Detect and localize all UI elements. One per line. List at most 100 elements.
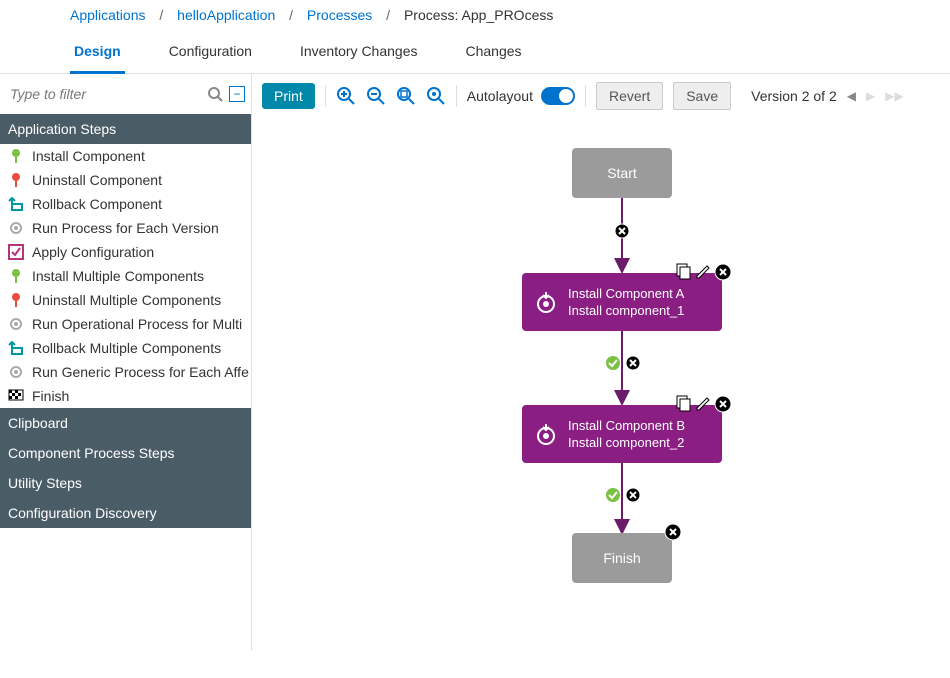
node-subtitle: Install component_2	[568, 435, 685, 450]
tab-design[interactable]: Design	[70, 33, 125, 74]
node-finish[interactable]: Finish	[572, 533, 672, 583]
step-label: Uninstall Component	[32, 172, 162, 188]
step-uninstall-component[interactable]: Uninstall Component	[0, 168, 251, 192]
step-apply-configuration[interactable]: Apply Configuration	[0, 240, 251, 264]
category-utility-steps[interactable]: Utility Steps	[0, 468, 251, 498]
toolbar-separator	[585, 85, 586, 107]
revert-button[interactable]: Revert	[596, 82, 663, 110]
node-subtitle: Install component_1	[568, 303, 684, 318]
pin-down-red-icon	[8, 292, 24, 308]
node-copy-icon[interactable]	[674, 263, 692, 281]
filter-input[interactable]	[6, 80, 201, 108]
breadcrumb: Applications / helloApplication / Proces…	[0, 0, 950, 33]
flow-connectors	[252, 118, 950, 678]
fail-status-icon[interactable]	[625, 355, 641, 371]
gear-icon	[8, 364, 24, 380]
fail-status-icon[interactable]	[625, 487, 641, 503]
canvas[interactable]: Start Install Component A Install compon…	[252, 118, 950, 651]
success-status-icon[interactable]	[605, 487, 621, 503]
step-label: Rollback Component	[32, 196, 162, 212]
category-configuration-discovery[interactable]: Configuration Discovery	[0, 498, 251, 528]
toolbar-separator	[456, 85, 457, 107]
pin-down-green-icon	[8, 148, 24, 164]
breadcrumb-app[interactable]: helloApplication	[177, 7, 275, 23]
rollback-icon	[8, 196, 24, 212]
step-label: Uninstall Multiple Components	[32, 292, 221, 308]
install-component-icon	[534, 422, 558, 446]
step-finish[interactable]: Finish	[0, 384, 251, 408]
node-title: Install Component B	[568, 418, 685, 433]
tab-configuration[interactable]: Configuration	[165, 33, 256, 73]
node-edit-icon[interactable]	[694, 263, 712, 281]
step-run-operational[interactable]: Run Operational Process for Multi	[0, 312, 251, 336]
step-label: Rollback Multiple Components	[32, 340, 221, 356]
steps-tree: Application Steps Install Component Unin…	[0, 114, 251, 651]
breadcrumb-current: Process: App_PROcess	[404, 7, 553, 23]
tabbar: Design Configuration Inventory Changes C…	[0, 33, 950, 74]
step-label: Run Generic Process for Each Affe	[32, 364, 249, 380]
step-uninstall-multiple[interactable]: Uninstall Multiple Components	[0, 288, 251, 312]
node-delete-icon[interactable]	[714, 263, 732, 281]
tab-inventory-changes[interactable]: Inventory Changes	[296, 33, 422, 73]
pin-down-red-icon	[8, 172, 24, 188]
zoom-fit-icon[interactable]	[396, 86, 416, 106]
collapse-sidebar-icon[interactable]: −	[229, 86, 245, 102]
category-clipboard[interactable]: Clipboard	[0, 408, 251, 438]
step-run-generic[interactable]: Run Generic Process for Each Affe	[0, 360, 251, 384]
step-label: Install Multiple Components	[32, 268, 204, 284]
canvas-area: Print Autolayout Revert Save Version 2 o…	[252, 74, 950, 651]
zoom-in-icon[interactable]	[336, 86, 356, 106]
node-start-label: Start	[607, 165, 637, 181]
node-install-component-a[interactable]: Install Component A Install component_1	[522, 273, 722, 331]
pin-down-green-icon	[8, 268, 24, 284]
node-install-component-b[interactable]: Install Component B Install component_2	[522, 405, 722, 463]
step-install-multiple[interactable]: Install Multiple Components	[0, 264, 251, 288]
node-copy-icon[interactable]	[674, 395, 692, 413]
autolayout-toggle[interactable]	[541, 87, 575, 105]
step-label: Apply Configuration	[32, 244, 154, 260]
version-last-icon[interactable]: ▶▶	[885, 89, 903, 103]
node-edit-icon[interactable]	[694, 395, 712, 413]
success-status-icon[interactable]	[605, 355, 621, 371]
node-start[interactable]: Start	[572, 148, 672, 198]
check-box-icon	[8, 244, 24, 260]
category-component-process-steps[interactable]: Component Process Steps	[0, 438, 251, 468]
fail-status-icon[interactable]	[614, 223, 630, 239]
gear-icon	[8, 316, 24, 332]
zoom-out-icon[interactable]	[366, 86, 386, 106]
breadcrumb-applications[interactable]: Applications	[70, 7, 146, 23]
sidebar: − Application Steps Install Component Un…	[0, 74, 252, 651]
finish-flag-icon	[8, 388, 24, 404]
version-label: Version 2 of 2	[751, 88, 837, 104]
step-label: Run Operational Process for Multi	[32, 316, 242, 332]
step-rollback-component[interactable]: Rollback Component	[0, 192, 251, 216]
node-title: Install Component A	[568, 286, 684, 301]
install-component-icon	[534, 290, 558, 314]
tab-changes[interactable]: Changes	[462, 33, 526, 73]
toolbar: Print Autolayout Revert Save Version 2 o…	[252, 74, 950, 118]
print-button[interactable]: Print	[262, 83, 315, 109]
step-label: Install Component	[32, 148, 145, 164]
step-rollback-multiple[interactable]: Rollback Multiple Components	[0, 336, 251, 360]
breadcrumb-sep: /	[159, 7, 163, 23]
zoom-actual-icon[interactable]	[426, 86, 446, 106]
autolayout-label: Autolayout	[467, 88, 533, 104]
node-delete-icon[interactable]	[664, 523, 682, 541]
category-application-steps[interactable]: Application Steps	[0, 114, 251, 144]
step-label: Finish	[32, 388, 69, 404]
gear-icon	[8, 220, 24, 236]
search-icon[interactable]	[207, 86, 223, 102]
save-button[interactable]: Save	[673, 82, 731, 110]
filter-row: −	[0, 74, 251, 114]
toolbar-separator	[325, 85, 326, 107]
version-prev-icon[interactable]: ◀	[847, 89, 856, 103]
node-finish-label: Finish	[603, 550, 640, 566]
breadcrumb-sep: /	[386, 7, 390, 23]
breadcrumb-processes[interactable]: Processes	[307, 7, 372, 23]
node-delete-icon[interactable]	[714, 395, 732, 413]
step-label: Run Process for Each Version	[32, 220, 219, 236]
version-next-icon[interactable]: ▶	[866, 89, 875, 103]
step-run-process-each-version[interactable]: Run Process for Each Version	[0, 216, 251, 240]
breadcrumb-sep: /	[289, 7, 293, 23]
step-install-component[interactable]: Install Component	[0, 144, 251, 168]
